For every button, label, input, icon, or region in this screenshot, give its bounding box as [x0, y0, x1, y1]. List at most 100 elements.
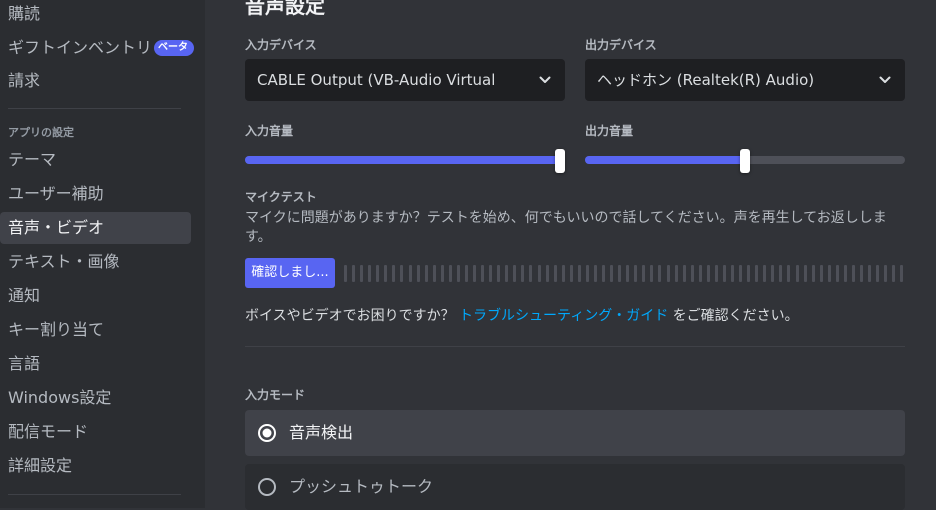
meter-tick: [553, 265, 557, 282]
slider-thumb[interactable]: [555, 149, 565, 173]
input-device-select[interactable]: CABLE Output (VB-Audio Virtual: [245, 59, 565, 101]
meter-tick: [626, 265, 630, 282]
sidebar-header-app-settings: アプリの設定: [8, 126, 74, 139]
meter-tick: [851, 265, 855, 282]
help-suffix: をご確認ください。: [672, 308, 799, 324]
voice-settings-panel: 音声設定 入力デバイス 出力デバイス CABLE Output (VB-Audi…: [205, 0, 936, 510]
meter-tick: [787, 265, 791, 282]
sidebar-item-keybinds[interactable]: キー割り当て: [0, 314, 191, 346]
meter-tick: [384, 265, 388, 282]
mic-test-button[interactable]: 確認しまし...: [245, 258, 335, 288]
meter-tick: [513, 265, 517, 282]
input-volume-slider[interactable]: [245, 149, 565, 173]
meter-tick: [360, 265, 364, 282]
sidebar-item-advanced[interactable]: 詳細設定: [0, 450, 191, 482]
input-mode-label: 入力モード: [245, 388, 306, 402]
sidebar-item-label: テキスト・画像: [8, 252, 120, 271]
output-device-label: 出力デバイス: [585, 38, 657, 52]
radio-selected-icon: [258, 424, 276, 442]
radio-option-voice-activity[interactable]: 音声検出: [245, 410, 905, 456]
meter-tick: [747, 265, 751, 282]
meter-tick: [456, 265, 460, 282]
radio-option-push-to-talk[interactable]: プッシュトゥトーク: [245, 464, 905, 510]
section-divider: [245, 346, 905, 347]
meter-tick: [682, 265, 686, 282]
meter-tick: [610, 265, 614, 282]
sidebar-item-windows-settings[interactable]: Windows設定: [0, 382, 191, 414]
mic-test-description: マイクに問題がありますか？テストを始め、何でもいいので話してください。声を再生し…: [245, 210, 887, 245]
meter-tick: [537, 265, 541, 282]
slider-thumb[interactable]: [740, 149, 750, 173]
help-line: ボイスやビデオでお困りですか？ トラブルシューティング・ガイド をご確認ください…: [245, 305, 799, 325]
sidebar-item-label: 詳細設定: [8, 456, 73, 475]
page-title: 音声設定: [245, 0, 325, 18]
sidebar-item-label: ユーザー補助: [8, 184, 104, 203]
meter-tick: [843, 265, 847, 282]
input-device-label: 入力デバイス: [245, 38, 317, 52]
meter-tick: [892, 265, 896, 282]
meter-tick: [666, 265, 670, 282]
meter-tick: [561, 265, 565, 282]
meter-tick: [376, 265, 380, 282]
sidebar-item-label: 音声・ビデオ: [8, 218, 105, 237]
output-volume-slider[interactable]: [585, 149, 905, 173]
meter-tick: [884, 265, 888, 282]
meter-tick: [771, 265, 775, 282]
meter-tick: [368, 265, 372, 282]
meter-tick: [868, 265, 872, 282]
output-device-select[interactable]: ヘッドホン (Realtek(R) Audio): [585, 59, 905, 101]
radio-unselected-icon: [258, 478, 276, 496]
sidebar-divider: [8, 108, 181, 109]
meter-tick: [827, 265, 831, 282]
meter-tick: [344, 265, 347, 282]
meter-tick: [811, 265, 815, 282]
meter-tick: [642, 265, 646, 282]
meter-tick: [577, 265, 581, 282]
meter-tick: [464, 265, 468, 282]
meter-tick: [698, 265, 702, 282]
beta-badge: ベータ: [154, 39, 195, 56]
meter-tick: [585, 265, 589, 282]
sidebar-item-text-images[interactable]: テキスト・画像: [0, 246, 191, 278]
meter-tick: [722, 265, 726, 282]
meter-tick: [416, 265, 420, 282]
meter-tick: [739, 265, 743, 282]
sidebar-item-label: 言語: [8, 354, 41, 373]
sidebar-item-label: 配信モード: [8, 422, 89, 441]
meter-tick: [352, 265, 356, 282]
sidebar-item-label: ギフトインベントリ: [8, 38, 153, 57]
sidebar-item-label: 購読: [8, 4, 41, 23]
meter-tick: [714, 265, 718, 282]
input-device-value: CABLE Output (VB-Audio Virtual: [257, 71, 496, 89]
meter-tick: [819, 265, 823, 282]
meter-tick: [448, 265, 452, 282]
sidebar-item-label: Windows設定: [8, 388, 112, 407]
output-device-value: ヘッドホン (Realtek(R) Audio): [597, 71, 815, 89]
sidebar-item-gift-inventory[interactable]: ギフトインベントリ ベータ: [0, 32, 195, 64]
meter-tick: [529, 265, 533, 282]
meter-tick: [432, 265, 436, 282]
meter-tick: [731, 265, 734, 282]
meter-tick: [392, 265, 396, 282]
radio-option-label: 音声検出: [289, 423, 354, 442]
meter-tick: [779, 265, 783, 282]
sidebar-item-language[interactable]: 言語: [0, 348, 191, 380]
meter-tick: [674, 265, 678, 282]
slider-fill: [585, 156, 745, 164]
meter-tick: [593, 265, 597, 282]
sidebar-item-notifications[interactable]: 通知: [0, 280, 191, 312]
radio-option-label: プッシュトゥトーク: [289, 477, 434, 496]
meter-tick: [876, 265, 880, 282]
sidebar-item-accessibility[interactable]: ユーザー補助: [0, 178, 191, 210]
sidebar-item-voice-video[interactable]: 音声・ビデオ: [0, 212, 191, 244]
help-prefix: ボイスやビデオでお困りですか？: [245, 308, 455, 324]
meter-tick: [803, 265, 807, 282]
meter-tick: [755, 265, 759, 282]
sidebar-item-label: テーマ: [8, 150, 57, 169]
troubleshooting-guide-link[interactable]: トラブルシューティング・ガイド: [459, 308, 668, 324]
sidebar-item-billing[interactable]: 請求: [0, 65, 191, 97]
sidebar-item-streamer-mode[interactable]: 配信モード: [0, 416, 191, 448]
sidebar-item-theme[interactable]: テーマ: [0, 144, 191, 176]
sidebar-item-subscriptions[interactable]: 購読: [0, 0, 191, 30]
meter-tick: [634, 265, 638, 282]
